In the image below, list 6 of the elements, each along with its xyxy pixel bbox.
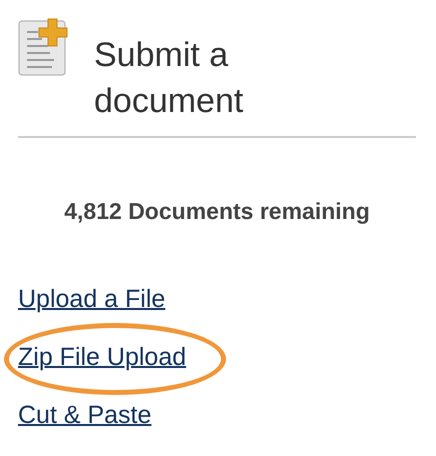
- document-add-icon: [18, 18, 68, 76]
- option-link[interactable]: Upload a File: [18, 285, 166, 314]
- documents-remaining: 4,812 Documents remaining: [63, 198, 371, 225]
- option-link[interactable]: Zip File Upload: [18, 343, 186, 372]
- page-title: Submit a document: [94, 35, 244, 122]
- option-link[interactable]: Cut & Paste: [18, 401, 152, 430]
